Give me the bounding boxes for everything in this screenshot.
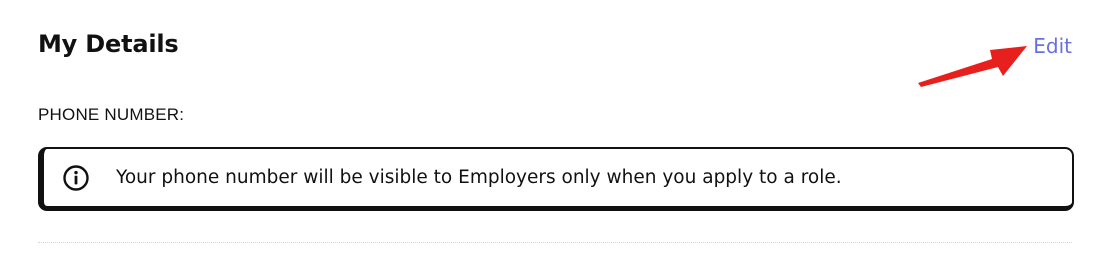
section-title: My Details bbox=[38, 30, 179, 58]
phone-visibility-notice: Your phone number will be visible to Emp… bbox=[38, 147, 1074, 211]
annotation-arrow-icon bbox=[918, 46, 1027, 87]
phone-number-label: PHONE NUMBER: bbox=[38, 105, 185, 124]
info-icon bbox=[62, 164, 90, 192]
edit-link[interactable]: Edit bbox=[1033, 33, 1072, 59]
phone-visibility-notice-text: Your phone number will be visible to Emp… bbox=[116, 166, 842, 188]
section-divider bbox=[38, 242, 1072, 243]
